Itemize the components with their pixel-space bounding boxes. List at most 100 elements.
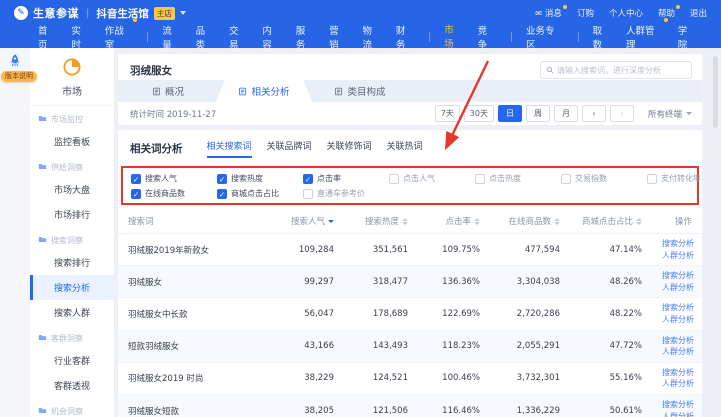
nav-item[interactable]: 人群管理 [626,20,663,55]
nav-item[interactable]: 财务 [396,20,414,55]
nav-item[interactable]: 品类 [196,20,214,55]
action-link[interactable]: 搜索分析 [662,238,692,250]
sidebar-item[interactable]: 市场排行 [30,202,114,227]
sort-icon[interactable] [554,218,560,225]
related-word-tab[interactable]: 相关搜索词 [207,139,252,158]
action-link[interactable]: 人群分析 [662,250,692,262]
nav-item[interactable]: 交易 [229,20,247,55]
metric-checkbox[interactable]: 点击人气 [381,173,467,184]
column-header[interactable]: 在线商品数 [490,209,570,234]
metric-checkbox[interactable]: ✓搜索人气 [123,173,209,184]
sidebar-item[interactable]: 搜索人群 [30,300,114,325]
action-link[interactable]: 搜索分析 [662,335,692,347]
column-header[interactable]: 商城点击占比 [570,209,652,234]
table-row: 羽绒服女中长款56,047178,689122.69%2,720,28648.2… [118,298,702,330]
page-tab[interactable]: 概况 [120,80,216,102]
column-header[interactable]: 点击率 [418,209,490,234]
column-header[interactable]: 搜索热度 [344,209,418,234]
keyword-cell[interactable]: 羽绒服2019年新款女 [118,234,270,266]
nav-item[interactable]: 内容 [262,20,280,55]
period-button[interactable]: › [610,105,634,122]
value-cell: 100.46% [418,362,490,394]
page-tabs: 概况相关分析 类目构成 [118,80,702,102]
main-content: 羽绒服女 概况相关分析类目构成 统计时间 2019-11-27 7天30天日周月… [118,54,702,417]
terminal-filter[interactable]: 所有终端 [648,108,692,120]
nav-item[interactable]: 服务 [296,20,314,55]
sidebar-item[interactable]: 客群透视 [30,373,114,398]
sidebar-item[interactable]: 搜索分析 [30,275,114,300]
metric-label: 支付转化率 [661,173,701,184]
sidebar-item[interactable]: 行业客群 [30,348,114,373]
keyword-cell[interactable]: 羽绒服女中长款 [118,298,270,330]
metric-label: 在线商品数 [145,188,185,199]
nav-item[interactable]: 竞争 [478,20,496,55]
sort-icon[interactable] [636,218,642,225]
action-link[interactable]: 搜索分析 [662,302,692,314]
metric-checkbox[interactable]: 点击热度 [467,173,553,184]
keyword-cell[interactable]: 羽绒服女2019 时尚 [118,362,270,394]
related-word-tab[interactable]: 关联修饰词 [327,139,372,158]
action-link[interactable]: 搜索分析 [662,367,692,379]
column-header-label: 搜索热度 [365,217,399,227]
sort-icon[interactable] [402,218,408,225]
scrollbar-thumb[interactable] [713,56,718,128]
page-tab[interactable]: 相关分析 [216,80,312,102]
period-button[interactable]: ‹ [582,105,606,122]
nav-item[interactable]: 市场 [444,19,462,56]
period-button[interactable]: 日 [498,105,522,122]
shop-name[interactable]: 抖音生活馆 [96,6,149,21]
action-cell: 搜索分析人群分析 [652,330,702,362]
keyword-cell[interactable]: 羽绒服女 [118,266,270,298]
rocket-icon[interactable] [7,53,23,69]
action-link[interactable]: 人群分析 [662,282,692,294]
page-tab-label: 类目构成 [347,84,385,98]
action-link[interactable]: 搜索分析 [662,399,692,411]
nav-item[interactable]: 流量 [162,20,180,55]
metric-checkbox[interactable]: ✓商城点击占比 [209,188,295,199]
topbar-link[interactable]: 退出 [690,7,707,19]
period-button[interactable]: 月 [554,105,578,122]
search-input[interactable] [557,66,686,75]
nav-item[interactable]: 学院 [678,20,696,55]
metric-checkbox[interactable]: 直通车参考价 [295,188,381,199]
keyword-cell[interactable]: 羽绒服女短款 [118,394,270,417]
metric-checkbox[interactable]: ✓点击率 [295,173,381,184]
version-badge[interactable]: 版本说明 [1,71,37,82]
value-cell: 136.36% [418,266,490,298]
value-cell: 48.22% [570,298,652,330]
topbar-link[interactable]: ✉消息 [535,7,562,19]
column-header[interactable]: 搜索人气 [270,209,344,234]
action-link[interactable]: 搜索分析 [662,270,692,282]
action-link[interactable]: 人群分析 [662,378,692,390]
sidebar-item[interactable]: 监控看板 [30,129,114,154]
metric-checkbox[interactable]: 支付转化率 [639,173,721,184]
page-tab[interactable]: 类目构成 [312,80,408,102]
action-link[interactable]: 人群分析 [662,346,692,358]
sidebar-item[interactable]: 搜索排行 [30,250,114,275]
nav-item[interactable]: 物流 [363,20,381,55]
nav-item[interactable]: 业务专区 [526,20,563,55]
period-button[interactable]: 周 [526,105,550,122]
search-box[interactable] [540,61,692,79]
nav-item[interactable]: 营销 [329,20,347,55]
topbar-link[interactable]: 个人中心 [609,7,643,19]
chevron-down-icon[interactable] [180,11,186,15]
sidebar-item[interactable]: 市场大盘 [30,177,114,202]
metric-checkbox[interactable]: ✓搜索热度 [209,173,295,184]
metric-checkbox[interactable]: 交易指数 [553,173,639,184]
action-cell: 搜索分析人群分析 [652,266,702,298]
sort-icon[interactable] [474,218,480,225]
related-word-tab[interactable]: 关联品牌词 [267,139,312,158]
related-word-tab[interactable]: 关联热词 [387,139,423,158]
period-button[interactable]: 30天 [464,105,494,122]
action-link[interactable]: 人群分析 [662,314,692,326]
checkbox-icon: ✓ [131,174,141,184]
period-button[interactable]: 7天 [435,105,460,122]
sort-desc-icon[interactable] [328,220,334,223]
metric-checkbox[interactable]: ✓在线商品数 [123,188,209,199]
topbar-link[interactable]: 订购 [577,7,594,19]
message-icon: ✉ [535,9,542,18]
keyword-cell[interactable]: 短款羽绒服女 [118,330,270,362]
action-link[interactable]: 人群分析 [662,411,692,417]
nav-item[interactable]: 取数 [593,20,611,55]
